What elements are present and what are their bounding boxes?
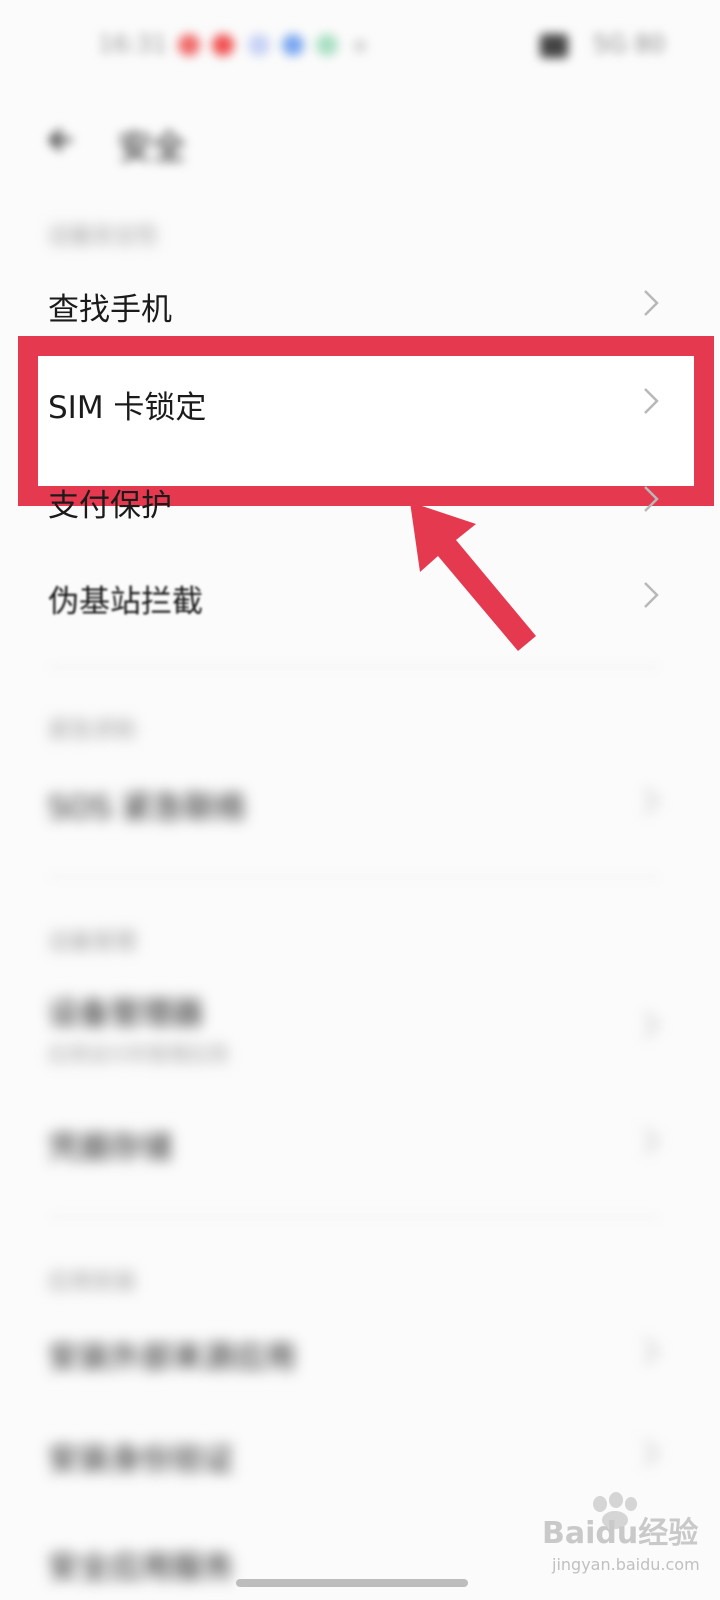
notification-icon <box>212 34 234 56</box>
notification-icon <box>178 34 200 56</box>
list-item-label: 凭据存储 <box>48 1130 172 1166</box>
divider <box>48 1216 660 1218</box>
page-title: 安全 <box>118 128 186 168</box>
chevron-right-icon <box>644 486 659 512</box>
status-time: 16:31 <box>98 30 168 58</box>
list-item-label: 安装外部来源应用 <box>48 1340 296 1376</box>
status-right: 5G 80 <box>592 30 665 58</box>
list-item-label: 伪基站拦截 <box>48 584 203 620</box>
status-bar: 16:31 5G 80 <box>0 0 720 90</box>
home-indicator[interactable] <box>236 1579 468 1587</box>
list-item-label: 查找手机 <box>48 292 172 328</box>
notification-icon <box>248 34 270 56</box>
divider <box>48 666 660 668</box>
section-label-device-management: 设备管理 <box>48 930 137 955</box>
chevron-right-icon <box>644 388 659 414</box>
section-label-emergency: 紧急求助 <box>48 718 137 743</box>
chevron-right-icon <box>644 1128 659 1154</box>
list-item-sublabel: 应用设计的管理应用 <box>48 1042 228 1066</box>
list-item-label: 支付保护 <box>48 488 172 524</box>
list-item-label: 设备管理器 <box>48 996 203 1032</box>
watermark-text: Baidu经验 <box>542 1516 699 1551</box>
list-item-label: SIM 卡锁定 <box>48 390 207 426</box>
chevron-right-icon <box>644 1012 659 1038</box>
section-label-device-security: 设备安全性 <box>48 224 159 249</box>
list-item-label: SOS 紧急联络 <box>48 790 246 826</box>
signal-icon <box>540 34 568 58</box>
divider <box>48 876 660 878</box>
chevron-right-icon <box>644 788 659 814</box>
chevron-right-icon <box>644 582 659 608</box>
chevron-right-icon <box>644 1440 659 1466</box>
more-notifications-icon <box>354 40 366 52</box>
notification-icon <box>282 34 304 56</box>
watermark-url: jingyan.baidu.com <box>552 1555 700 1574</box>
back-arrow-icon[interactable] <box>40 118 84 162</box>
chevron-right-icon <box>644 1338 659 1364</box>
chevron-right-icon <box>644 290 659 316</box>
list-item-label: 安装身份验证 <box>48 1442 234 1478</box>
notification-icon <box>316 34 338 56</box>
section-label-app-install: 应用安装 <box>48 1270 137 1295</box>
list-item-label: 安全应用服务 <box>48 1550 234 1586</box>
